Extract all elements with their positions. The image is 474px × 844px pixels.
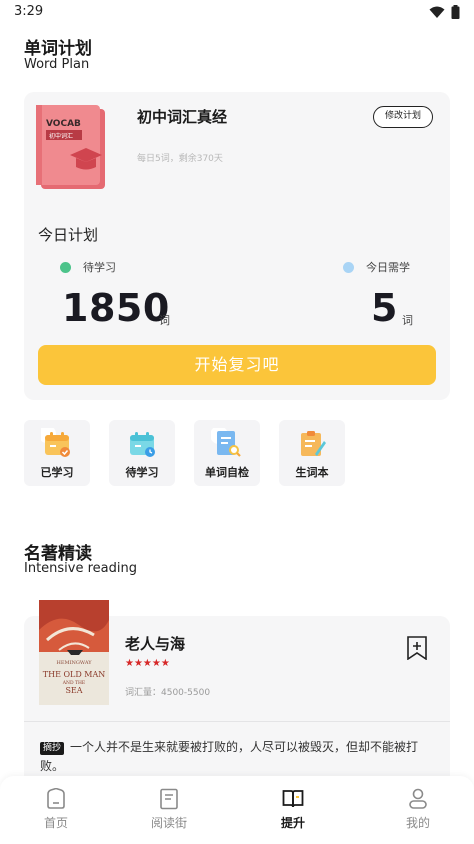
cover-title-line3: SEA	[65, 686, 82, 695]
wifi-icon	[429, 6, 445, 18]
tab-home[interactable]: 首页	[16, 776, 96, 844]
reading-subtitle: Intensive reading	[24, 561, 137, 576]
home-icon	[47, 788, 65, 809]
calendar-check-icon	[41, 428, 70, 457]
add-bookmark-icon[interactable]	[406, 636, 428, 660]
reading-book-vocab: 词汇量：4500-5500	[125, 688, 211, 698]
modify-plan-button[interactable]: 修改计划	[373, 106, 433, 128]
tab-mine-label: 我的	[405, 816, 430, 830]
tab-mine[interactable]: 我的	[378, 776, 458, 844]
tool-to-learn[interactable]: 待学习	[109, 420, 175, 486]
user-icon	[409, 788, 427, 809]
cover-tag-text: 初中词汇	[49, 132, 73, 140]
cover-title-line1: THE OLD MAN	[43, 670, 106, 679]
excerpt-tag: 摘抄	[40, 742, 65, 755]
tab-improve[interactable]: 提升	[253, 776, 333, 844]
calendar-clock-icon	[130, 432, 155, 457]
excerpt-text: 一个人并不是生来就要被打败的，人尽可以被毁灭，但却不能被打败。	[40, 740, 419, 773]
tool-self-check-label: 单词自检	[205, 466, 249, 479]
vocab-book-meta: 每日5词，剩余370天	[137, 154, 223, 164]
word-plan-subtitle: Word Plan	[24, 57, 90, 72]
tool-to-learn-label: 待学习	[125, 466, 159, 479]
today-plan-title: 今日计划	[38, 226, 99, 244]
cover-author: HEMINGWAY	[56, 660, 92, 666]
start-review-button[interactable]: 开始复习吧	[38, 345, 436, 385]
needed-label: 今日需学	[366, 261, 410, 274]
pending-count: 1850	[62, 286, 170, 330]
tab-reading-street-label: 阅读街	[150, 816, 187, 830]
needed-dot	[343, 261, 354, 273]
status-time: 3:29	[14, 4, 44, 19]
tab-home-label: 首页	[43, 816, 68, 830]
reading-divider	[24, 721, 450, 722]
reading-excerpt: 摘抄 一个人并不是生来就要被打败的，人尽可以被毁灭，但却不能被打败。	[40, 738, 430, 776]
pending-unit: 词	[159, 314, 170, 327]
vocab-book-cover[interactable]: VOCAB 初中词汇	[36, 105, 106, 189]
status-bar: 3:29	[0, 0, 474, 26]
vocab-book-title: 初中词汇真经	[137, 108, 228, 126]
tool-learned[interactable]: 已学习	[24, 420, 90, 486]
tool-notebook[interactable]: 生词本	[279, 420, 345, 486]
needed-unit: 词	[402, 314, 413, 327]
tool-learned-label: 已学习	[40, 466, 74, 479]
tab-reading-street[interactable]: 阅读街	[129, 776, 209, 844]
status-icons	[429, 5, 460, 19]
document-search-icon	[211, 428, 241, 457]
old-man-sea-cover[interactable]: HEMINGWAY THE OLD MAN AND THE SEA	[39, 600, 109, 705]
cover-vocab-text: VOCAB	[46, 119, 81, 129]
tool-self-check[interactable]: 单词自检	[194, 420, 260, 486]
reading-book-rating: ★★★★★	[125, 658, 170, 669]
reading-book-title: 老人与海	[125, 635, 186, 653]
pending-legend: 待学习	[60, 259, 116, 275]
pending-dot	[60, 261, 71, 273]
word-plan-title: 单词计划	[24, 39, 92, 59]
notebook-pen-icon	[301, 431, 326, 456]
battery-icon	[451, 5, 460, 19]
bottom-tab-bar: 首页 阅读街 提升 我的	[0, 776, 474, 844]
open-book-icon	[282, 790, 304, 808]
pending-label: 待学习	[83, 261, 116, 274]
tool-notebook-label: 生词本	[295, 466, 329, 479]
needed-count: 5	[371, 286, 398, 330]
needed-legend: 今日需学	[343, 259, 410, 275]
tab-improve-label: 提升	[280, 816, 305, 830]
book-icon	[160, 788, 178, 810]
